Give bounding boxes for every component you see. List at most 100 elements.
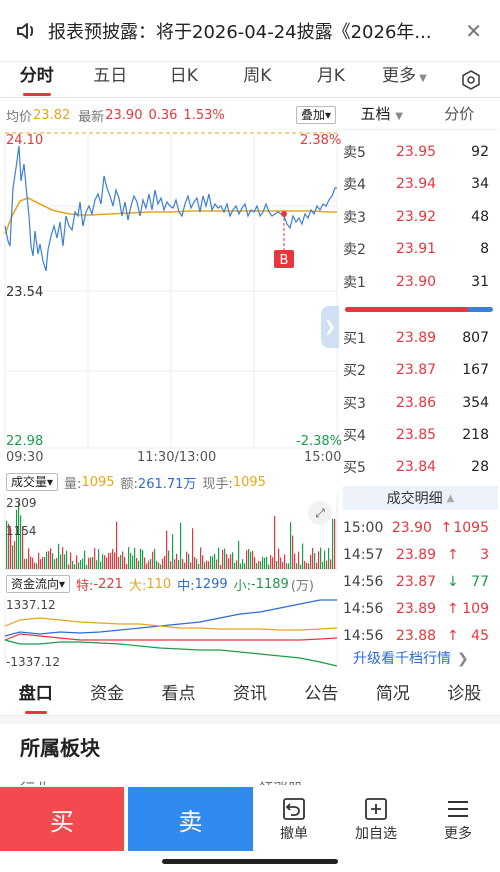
intraday-price-chart[interactable]: B <box>0 126 340 466</box>
volume-bar <box>170 561 172 569</box>
bids-level-2[interactable]: 买2 23.87 167 <box>343 359 495 381</box>
price-low-label: 22.98 <box>6 434 44 449</box>
more-button[interactable]: 更多 <box>418 795 498 843</box>
volume-bar <box>74 564 76 569</box>
asks-level-1[interactable]: 卖5 23.95 92 <box>343 141 495 163</box>
level-label: 卖1 <box>343 275 366 291</box>
add-watchlist-button[interactable]: 加自选 <box>336 795 416 843</box>
banner-text[interactable]: 报表预披露：将于2026-04-24披露《2026年... <box>48 18 448 44</box>
level-price: 23.92 <box>395 209 437 225</box>
tab-capital[interactable]: 资金 <box>71 674 142 714</box>
tab-monthly-k[interactable]: 月K <box>294 62 368 98</box>
volume-bar <box>98 549 100 569</box>
fullscreen-icon[interactable]: ⤢ <box>308 501 332 525</box>
add-watchlist-label: 加自选 <box>355 826 397 842</box>
volume-label: 量: <box>64 476 82 492</box>
volume-bar <box>38 552 40 569</box>
volume-bar <box>214 553 216 569</box>
asks-level-5[interactable]: 卖1 23.90 31 <box>343 271 495 293</box>
volume-bar <box>210 556 212 569</box>
trade-price: 23.90 <box>391 520 432 536</box>
tab-intraday[interactable]: 分时 <box>0 62 74 98</box>
tab-weekly-k[interactable]: 周K <box>221 62 295 98</box>
volume-bar <box>112 549 114 569</box>
volume-bar <box>260 561 262 569</box>
volume-bar <box>320 547 322 569</box>
volume-bar <box>118 557 120 569</box>
volume-mid-label: 1154 <box>6 524 37 538</box>
volume-bar <box>114 552 116 569</box>
volume-bar <box>300 564 302 569</box>
level-label: 卖5 <box>343 145 366 161</box>
tab-handicap[interactable]: 盘口 <box>0 674 71 714</box>
volume-bar <box>140 548 142 569</box>
volume-bar <box>144 557 146 569</box>
trade-detail-title: 成交明细 <box>386 491 443 507</box>
bids-level-5[interactable]: 买5 23.84 28 <box>343 456 495 478</box>
level-label: 卖3 <box>343 210 366 226</box>
sell-button[interactable]: 卖 <box>128 787 253 851</box>
volume-bar <box>246 550 248 569</box>
tab-five-levels-label: 五档 <box>360 105 391 123</box>
bids-level-1[interactable]: 买1 23.89 807 <box>343 327 495 349</box>
volume-bar <box>322 561 324 569</box>
volume-bar <box>324 550 326 569</box>
volume-bar <box>272 557 274 569</box>
tab-highlights[interactable]: 看点 <box>143 674 214 714</box>
bids-level-3[interactable]: 买3 23.86 354 <box>343 392 495 414</box>
asks-level-3[interactable]: 卖3 23.92 48 <box>343 206 495 228</box>
tab-daily-k[interactable]: 日K <box>147 62 221 98</box>
trade-time: 14:56 <box>343 601 384 617</box>
volume-bar <box>116 521 118 569</box>
tab-five-day[interactable]: 五日 <box>74 62 148 98</box>
volume-bar <box>174 559 176 569</box>
avg-value: 23.82 <box>33 107 71 123</box>
volume-bar <box>104 555 106 569</box>
announcement-banner[interactable]: 报表预披露：将于2026-04-24披露《2026年... ✕ <box>0 0 500 62</box>
hexagon-settings-icon[interactable] <box>441 62 500 98</box>
price-grid <box>4 134 338 449</box>
volume-bar <box>166 530 168 569</box>
volume-bar <box>238 540 240 569</box>
volume-bar <box>88 557 90 569</box>
level-volume: 807 <box>462 330 489 346</box>
volume-bar <box>200 547 202 569</box>
tab-diagnosis[interactable]: 诊股 <box>429 674 500 714</box>
tab-five-levels[interactable]: 五档 ▼ <box>343 103 421 124</box>
level-volume: 8 <box>480 241 489 257</box>
volume-bar <box>72 560 74 569</box>
home-indicator[interactable] <box>162 859 338 864</box>
level-volume: 167 <box>462 362 489 378</box>
amount-label: 额: <box>120 476 138 492</box>
volume-bar <box>130 552 132 569</box>
bids-level-4[interactable]: 买4 23.85 218 <box>343 424 495 446</box>
menu-icon <box>418 795 498 823</box>
trade-volume: 1095 <box>453 520 489 536</box>
trade-detail-header[interactable]: 成交明细 ▲ <box>343 486 498 510</box>
tab-profile[interactable]: 简况 <box>357 674 428 714</box>
volume-bar <box>194 557 196 569</box>
overlay-dropdown[interactable]: 叠加▾ <box>295 106 336 124</box>
volume-bar <box>122 551 124 569</box>
volume-bar <box>176 553 178 569</box>
volume-bar <box>212 556 214 569</box>
volume-bar <box>278 548 280 569</box>
volume-bar <box>306 562 308 569</box>
buy-button[interactable]: 买 <box>0 787 124 851</box>
trade-row: 14:57 23.89 ↑ 3 <box>343 544 495 566</box>
trade-time: 14:57 <box>343 547 384 563</box>
cancel-order-button[interactable]: 撤单 <box>254 795 334 843</box>
tab-announcements[interactable]: 公告 <box>286 674 357 714</box>
tab-news[interactable]: 资讯 <box>214 674 285 714</box>
volume-bar <box>222 549 224 569</box>
tab-more[interactable]: 更多 ▼ <box>368 62 442 98</box>
close-icon[interactable]: ✕ <box>465 19 482 43</box>
expand-panel-handle[interactable]: ❯ <box>321 306 339 348</box>
asks-level-4[interactable]: 卖2 23.91 8 <box>343 238 495 260</box>
tab-price-distribution[interactable]: 分价 <box>421 103 499 124</box>
volume-dropdown[interactable]: 成交量▾ <box>6 473 59 491</box>
asks-level-2[interactable]: 卖4 23.94 34 <box>343 173 495 195</box>
capital-flow-dropdown[interactable]: 资金流向▾ <box>6 575 71 593</box>
upgrade-level2-link[interactable]: 升级看千档行情 ❯ <box>353 648 469 668</box>
orderbook-tabs: 五档 ▼ 分价 <box>343 98 498 130</box>
